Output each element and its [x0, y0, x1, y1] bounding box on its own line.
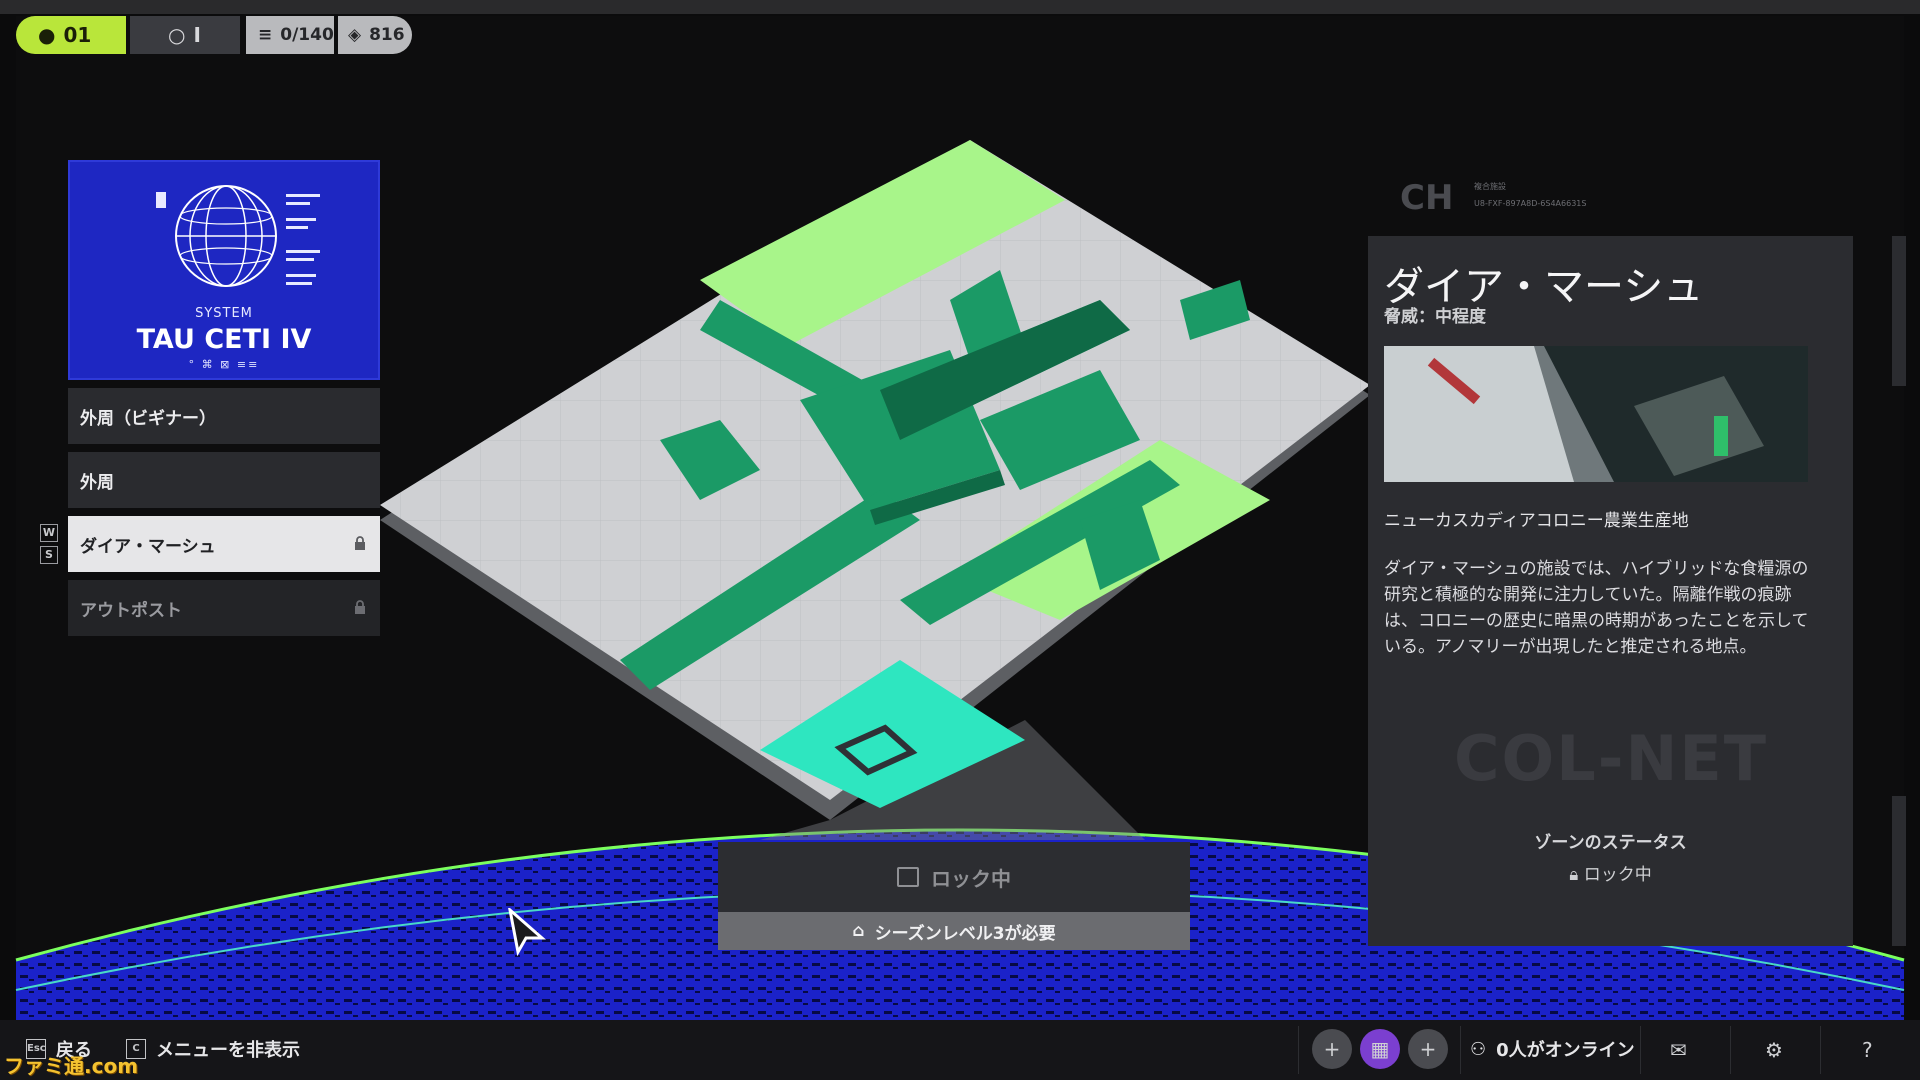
online-friends-button[interactable]: ⚇ 0人がオンライン: [1470, 1036, 1635, 1062]
divider: [1298, 1026, 1299, 1074]
resource-icon: ≡: [258, 25, 273, 45]
lock-icon: 🔒︎: [1569, 865, 1579, 885]
player-level: 01: [63, 23, 92, 47]
key-down-icon: S: [40, 546, 58, 564]
gear-icon[interactable]: ⚙: [1765, 1038, 1783, 1062]
system-card: SYSTEM TAU CETI IV ° ⌘ ⊠ ≡≡: [68, 160, 380, 380]
mail-icon[interactable]: ✉: [1670, 1038, 1687, 1062]
party-slot-add-icon[interactable]: +: [1408, 1029, 1448, 1069]
cursor-icon: [508, 908, 546, 957]
zone-info-panel: ダイア・マーシュ 脅威：中程度 ニューカスカディアコロニー農業生産地 ダイア・マ…: [1368, 236, 1853, 946]
requirement-label: シーズンレベル3が必要: [874, 923, 1056, 944]
system-name: TAU CETI IV: [136, 324, 312, 355]
divider: [1640, 1026, 1641, 1074]
player-icon: ●: [38, 23, 56, 47]
zone-threat: 脅威：中程度: [1384, 307, 1486, 327]
divider: [1460, 1026, 1461, 1074]
system-label: SYSTEM: [195, 306, 253, 321]
requirement-banner: ⌂ シーズンレベル3が必要: [718, 912, 1190, 950]
org-line-2: U8-FXF-897A8D-6S4A6631S: [1474, 199, 1587, 208]
zone-status-title: ゾーンのステータス: [1534, 833, 1687, 853]
zone-item-label: 外周（ビギナー）: [80, 408, 216, 429]
rank-pill[interactable]: ○ I: [130, 16, 240, 54]
zone-subtitle: ニューカスカディアコロニー農業生産地: [1384, 511, 1689, 531]
resource-pill[interactable]: ≡ 0/140: [246, 16, 334, 54]
hide-menu-label: メニューを非表示: [156, 1040, 300, 1061]
people-icon: ⚇: [1470, 1038, 1487, 1060]
globe-icon: [156, 185, 320, 287]
hide-menu-button[interactable]: C メニューを非表示: [126, 1036, 300, 1062]
resource-value: 0/140: [280, 25, 334, 45]
locked-label: ロック中: [931, 866, 1011, 891]
divider: [1730, 1026, 1731, 1074]
zone-preview-image: [1384, 346, 1808, 482]
currency-value: 816: [369, 25, 405, 45]
zone-item-perimeter-beginner[interactable]: 外周（ビギナー）: [68, 388, 380, 444]
lock-frame-icon: [897, 867, 919, 887]
site-watermark: ファミ通.com: [4, 1054, 139, 1078]
player-avatar[interactable]: ▦: [1360, 1029, 1400, 1069]
colnet-watermark: COL-NET: [1454, 722, 1768, 795]
help-icon[interactable]: ?: [1862, 1038, 1873, 1062]
zone-item-label: アウトポスト: [80, 600, 182, 621]
zone-item-dire-marsh[interactable]: ダイア・マーシュ: [68, 516, 380, 572]
org-line-1: 複合施設: [1474, 182, 1506, 191]
currency-pill[interactable]: ◈ 816: [338, 16, 412, 54]
player-level-pill[interactable]: ● 01: [16, 16, 126, 54]
online-label: 0人がオンライン: [1496, 1040, 1635, 1061]
zone-item-label: ダイア・マーシュ: [80, 536, 216, 557]
zone-item-label: 外周: [80, 472, 114, 493]
deploy-button-locked[interactable]: ロック中: [718, 842, 1190, 912]
zone-item-perimeter[interactable]: 外周: [68, 452, 380, 508]
home-icon: ⌂: [852, 921, 865, 941]
lock-icon: [355, 600, 365, 614]
currency-icon: ◈: [348, 25, 362, 45]
side-tab-top: [1892, 236, 1906, 386]
key-up-icon: W: [40, 524, 58, 542]
rank-icon: ○: [168, 23, 186, 47]
party-slot-add-icon[interactable]: +: [1312, 1029, 1352, 1069]
lock-icon: [355, 536, 365, 550]
divider: [1820, 1026, 1821, 1074]
side-tab-bottom: [1892, 796, 1906, 946]
zone-status-value: 🔒︎ ロック中: [1569, 865, 1652, 885]
system-code: ° ⌘ ⊠ ≡≡: [188, 358, 260, 371]
org-logo: CH: [1400, 178, 1454, 218]
zone-description: ダイア・マーシュの施設では、ハイブリッドな食糧源の研究と積極的な開発に注力してい…: [1384, 559, 1809, 657]
rank-value: I: [193, 23, 201, 47]
zone-item-outpost[interactable]: アウトポスト: [68, 580, 380, 636]
